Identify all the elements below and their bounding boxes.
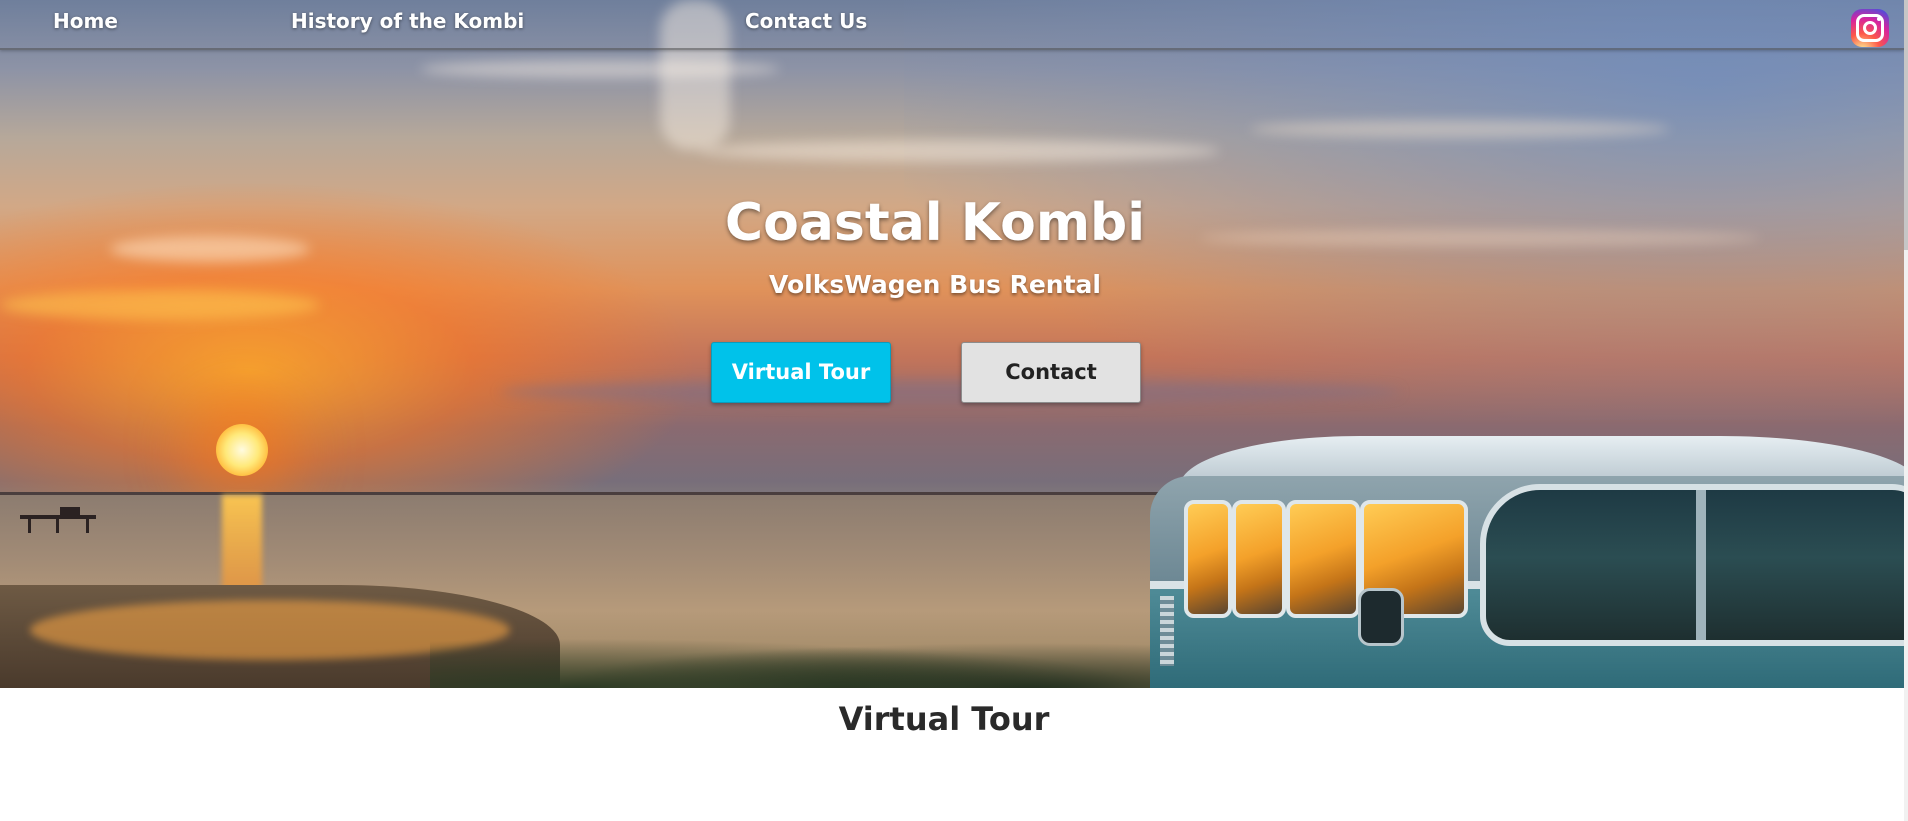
scrollbar-thumb[interactable] [1904, 0, 1908, 250]
bushes [430, 630, 1180, 688]
pier [20, 505, 96, 533]
top-navigation: Home History of the Kombi Contact Us [0, 0, 1904, 50]
bus-windshield [1480, 484, 1904, 646]
bus-window [1232, 500, 1286, 618]
cloud [700, 140, 1220, 162]
bus-window [1184, 500, 1232, 618]
bus-vents [1160, 596, 1174, 666]
instagram-icon[interactable] [1851, 9, 1889, 47]
bus-mirror [1358, 588, 1404, 646]
cloud [1250, 120, 1670, 138]
nav-link-home[interactable]: Home [53, 9, 118, 33]
contact-button[interactable]: Contact [961, 342, 1141, 403]
kombi-bus-image [1150, 436, 1904, 688]
vertical-scrollbar[interactable] [1904, 0, 1908, 821]
hero-title: Coastal Kombi [724, 193, 1146, 253]
page: Home History of the Kombi Contact Us Coa… [0, 0, 1908, 821]
nav-link-history[interactable]: History of the Kombi [291, 9, 524, 33]
section-title-virtual-tour: Virtual Tour [838, 700, 1050, 738]
hero-subtitle: VolksWagen Bus Rental [769, 270, 1101, 299]
virtual-tour-button[interactable]: Virtual Tour [711, 342, 891, 403]
cloud [500, 380, 1400, 404]
hero-section [0, 0, 1904, 688]
nav-link-contact[interactable]: Contact Us [745, 9, 867, 33]
sun [216, 424, 268, 476]
bus-window [1286, 500, 1360, 618]
